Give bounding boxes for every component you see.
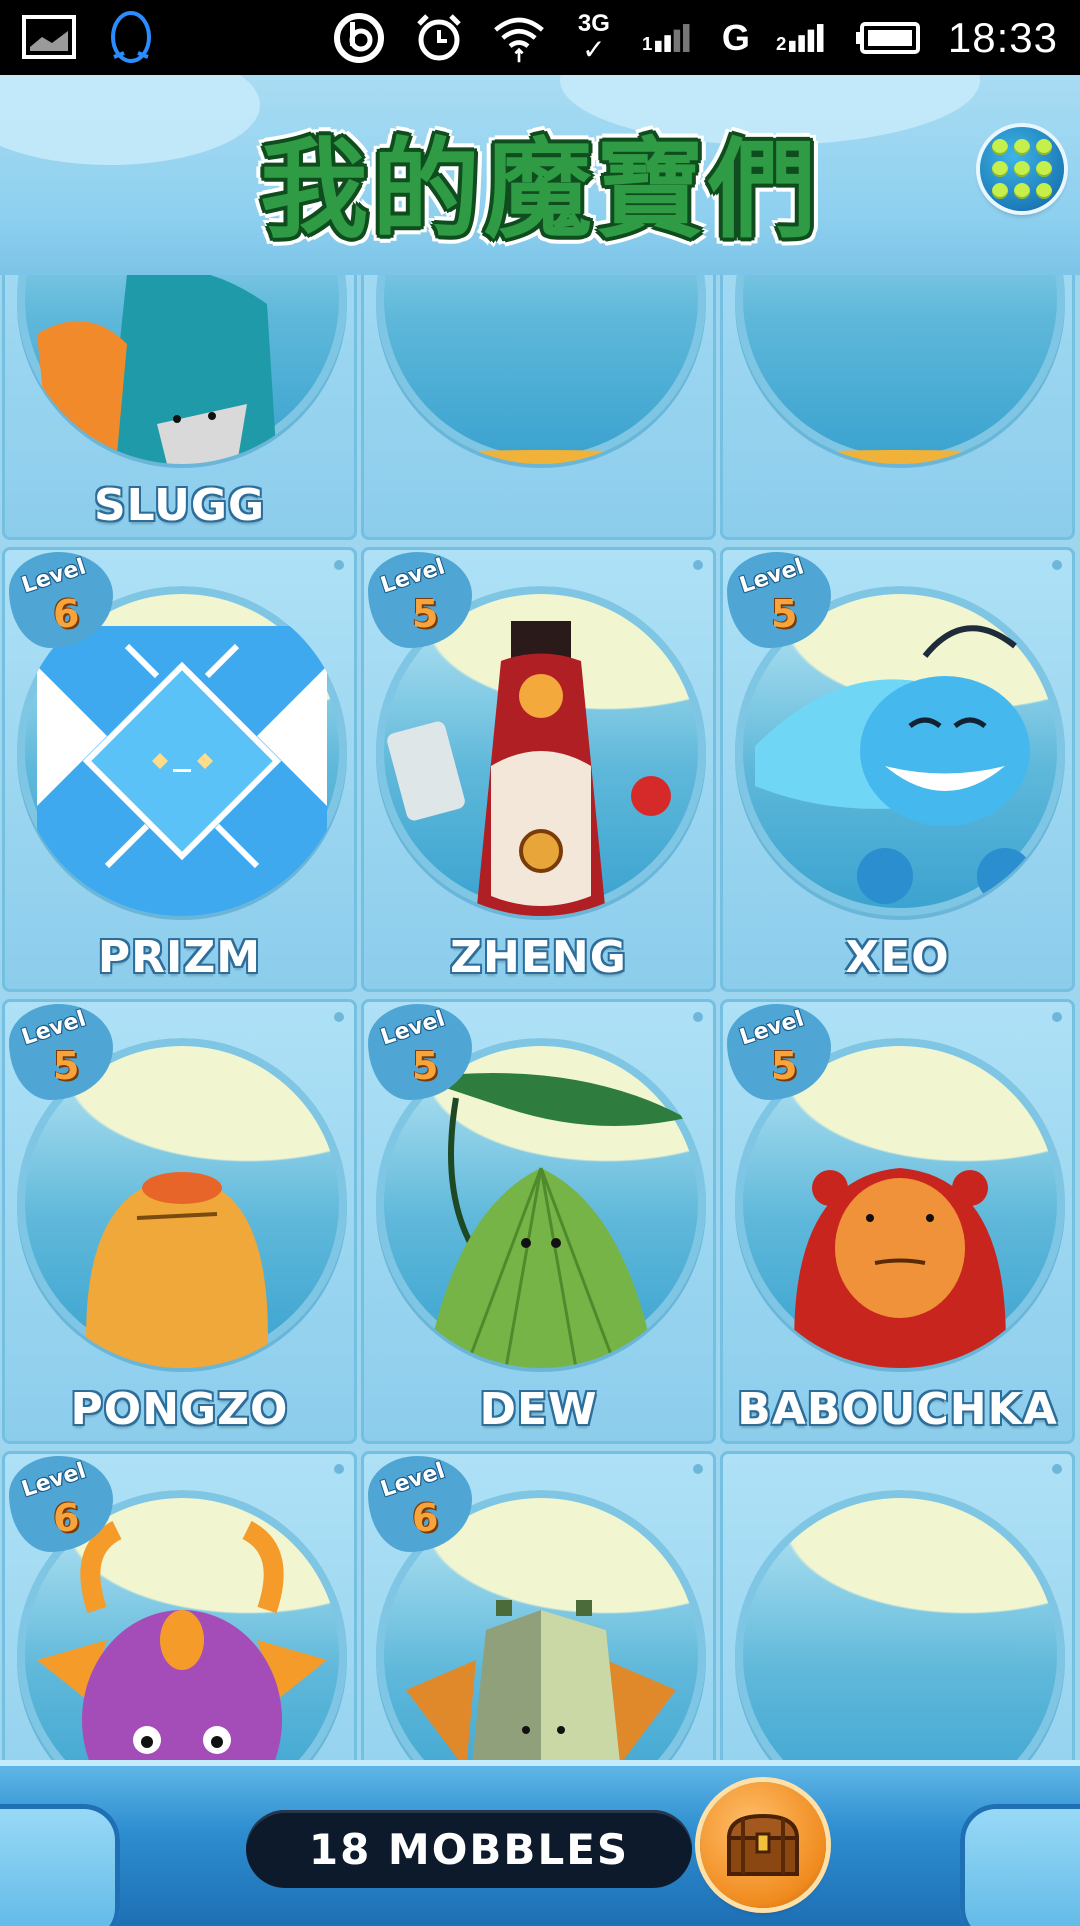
bottom-left-panel (0, 1804, 120, 1926)
wifi-icon (492, 11, 546, 65)
mobble-card-rock[interactable]: Level 6 (361, 1451, 716, 1760)
mobble-grid[interactable]: SLUGG Level 6 PRIZM Level 5 ZHENG Level … (0, 275, 1080, 1760)
header: 我的魔寶們 (0, 75, 1080, 275)
mobble-portrait (17, 275, 347, 464)
treasure-chest-button[interactable] (700, 1782, 826, 1908)
mobble-card-slugg[interactable]: SLUGG (2, 275, 357, 540)
mobble-card-empty[interactable] (720, 1451, 1075, 1760)
mobble-portrait (376, 275, 706, 464)
mobble-name: DEW (479, 1384, 598, 1435)
status-bar: 3G ✓ 1 G 2 18:33 (0, 0, 1080, 75)
mobble-name: BABOUCHKA (737, 1384, 1058, 1435)
mobble-name: PONGZO (70, 1384, 289, 1435)
mobble-card-dew[interactable]: Level 5 DEW (361, 999, 716, 1444)
bottom-right-panel (960, 1804, 1080, 1926)
mobble-card-purple[interactable]: Level 6 (2, 1451, 357, 1760)
mobble-name: SLUGG (93, 480, 266, 531)
network-3g-indicator: 3G ✓ (577, 9, 610, 66)
grid-menu-button[interactable] (980, 127, 1064, 211)
alarm-icon (412, 11, 466, 65)
level-badge: Level 6 (368, 1456, 472, 1552)
mobble-card-empty[interactable] (361, 275, 716, 540)
network-g-indicator: G (721, 16, 750, 58)
mobble-card-xeo[interactable]: Level 5 XEO (720, 547, 1075, 992)
qq-penguin-icon (104, 10, 158, 64)
screenshot-icon (22, 10, 76, 64)
mobble-card-zheng[interactable]: Level 5 ZHENG (361, 547, 716, 992)
beats-icon (332, 11, 386, 65)
bottom-bar: 18 MOBBLES (0, 1760, 1080, 1926)
level-badge: Level 6 (9, 552, 113, 648)
mobble-name: PRIZM (97, 932, 262, 983)
svg-text:1: 1 (642, 33, 652, 54)
mobble-portrait (735, 1490, 1065, 1760)
mobble-card-prizm[interactable]: Level 6 PRIZM (2, 547, 357, 992)
page-title: 我的魔寶們 (259, 128, 820, 253)
mobble-portrait (735, 275, 1065, 464)
level-badge: Level 5 (9, 1004, 113, 1100)
svg-text:2: 2 (776, 33, 786, 54)
level-badge: Level 5 (727, 552, 831, 648)
treasure-chest-icon (726, 1813, 800, 1876)
mobble-name: ZHENG (450, 932, 627, 983)
grid-menu-icon (992, 139, 1008, 155)
signal-icon-2: 2 (776, 11, 830, 65)
level-badge: Level 5 (368, 552, 472, 648)
mobble-count: 18 MOBBLES (246, 1810, 692, 1888)
mobble-card-pongzo[interactable]: Level 5 PONGZO (2, 999, 357, 1444)
signal-icon: 1 (642, 11, 696, 65)
mobble-card-empty[interactable] (720, 275, 1075, 540)
level-badge: Level 6 (9, 1456, 113, 1552)
clock: 18:33 (947, 13, 1058, 61)
slugg-creature-icon (37, 275, 277, 464)
battery-icon (855, 11, 922, 65)
mobble-card-babouchka[interactable]: Level 5 BABOUCHKA (720, 999, 1075, 1444)
level-badge: Level 5 (368, 1004, 472, 1100)
level-badge: Level 5 (727, 1004, 831, 1100)
mobble-name: XEO (845, 932, 950, 983)
